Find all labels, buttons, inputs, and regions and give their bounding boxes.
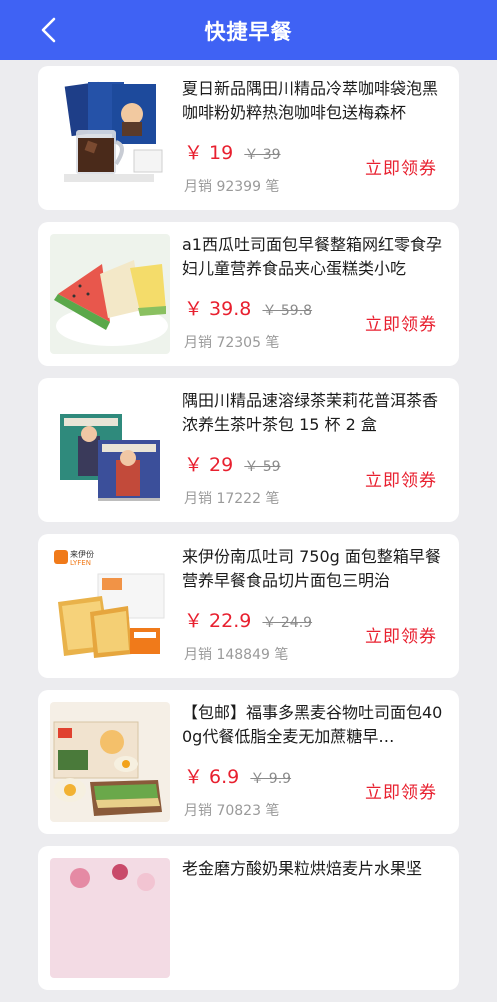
product-image-tea-boxes [50,390,170,510]
get-coupon-button[interactable]: 立即领券 [365,310,437,335]
product-card[interactable]: 夏日新品隅田川精品冷萃咖啡袋泡黑咖啡粉奶粹热泡咖啡包送梅森杯 ￥ 19 ￥ 39… [38,66,459,210]
get-coupon-button[interactable]: 立即领券 [365,466,437,491]
product-image-watermelon-toast [50,234,170,354]
price-row: ￥ 29 ￥ 59 [184,450,281,476]
monthly-sales: 月销 72305 笔 [184,335,280,351]
product-title: a1西瓜吐司面包早餐整箱网红零食孕妇儿童营养食品夹心蛋糕类小吃 [182,235,442,278]
product-image-coffee-bags [50,78,170,198]
brand-logo-en: LYFEN [70,559,91,567]
product-card[interactable]: 老金磨方酸奶果粒烘焙麦片水果坚 [38,846,459,990]
top-navigation-bar: 快捷早餐 [0,0,497,60]
current-price: ￥ 22.9 [184,610,252,632]
price-row: ￥ 22.9 ￥ 24.9 [184,606,312,632]
product-image-oatmeal [50,858,170,978]
product-title: 【包邮】福事多黑麦谷物吐司面包400g代餐低脂全麦无加蔗糖早… [182,703,443,746]
monthly-sales: 月销 148849 笔 [184,647,289,663]
product-title: 来伊份南瓜吐司 750g 面包整箱早餐营养早餐食品切片面包三明治 [182,547,441,590]
original-price: ￥ 24.9 [262,615,313,631]
get-coupon-button[interactable]: 立即领券 [365,778,437,803]
current-price: ￥ 6.9 [184,766,240,788]
price-row: ￥ 19 ￥ 39 [184,138,281,164]
product-title: 老金磨方酸奶果粒烘焙麦片水果坚 [182,859,423,878]
original-price: ￥ 59.8 [262,303,313,319]
product-card[interactable]: 隅田川精品速溶绿茶茉莉花普洱茶香浓养生茶叶茶包 15 杯 2 盒 ￥ 29 ￥ … [38,378,459,522]
price-row: ￥ 39.8 ￥ 59.8 [184,294,312,320]
product-card[interactable]: 【包邮】福事多黑麦谷物吐司面包400g代餐低脂全麦无加蔗糖早… ￥ 6.9 ￥ … [38,690,459,834]
current-price: ￥ 39.8 [184,298,252,320]
price-row: ￥ 6.9 ￥ 9.9 [184,762,291,788]
monthly-sales: 月销 70823 笔 [184,803,280,819]
brand-logo-text: 来伊份 [70,549,94,559]
monthly-sales: 月销 17222 笔 [184,491,280,507]
product-title: 隅田川精品速溶绿茶茉莉花普洱茶香浓养生茶叶茶包 15 杯 2 盒 [182,391,439,434]
monthly-sales: 月销 92399 笔 [184,179,280,195]
product-list: 夏日新品隅田川精品冷萃咖啡袋泡黑咖啡粉奶粹热泡咖啡包送梅森杯 ￥ 19 ￥ 39… [38,66,459,1002]
current-price: ￥ 29 [184,454,234,476]
page-title: 快捷早餐 [204,20,293,44]
original-price: ￥ 59 [244,459,281,475]
get-coupon-button[interactable]: 立即领券 [365,622,437,647]
original-price: ￥ 39 [244,147,281,163]
product-card[interactable]: 来伊份 LYFEN 来伊份南瓜吐司 750g 面包整箱早餐营养早餐食品切片面包三… [38,534,459,678]
product-title: 夏日新品隅田川精品冷萃咖啡袋泡黑咖啡粉奶粹热泡咖啡包送梅森杯 [182,79,439,122]
product-image-pumpkin-toast: 来伊份 LYFEN [50,546,170,666]
current-price: ￥ 19 [184,142,234,164]
product-image-rye-bread [50,702,170,822]
product-card[interactable]: a1西瓜吐司面包早餐整箱网红零食孕妇儿童营养食品夹心蛋糕类小吃 ￥ 39.8 ￥… [38,222,459,366]
original-price: ￥ 9.9 [250,771,292,787]
get-coupon-button[interactable]: 立即领券 [365,154,437,179]
